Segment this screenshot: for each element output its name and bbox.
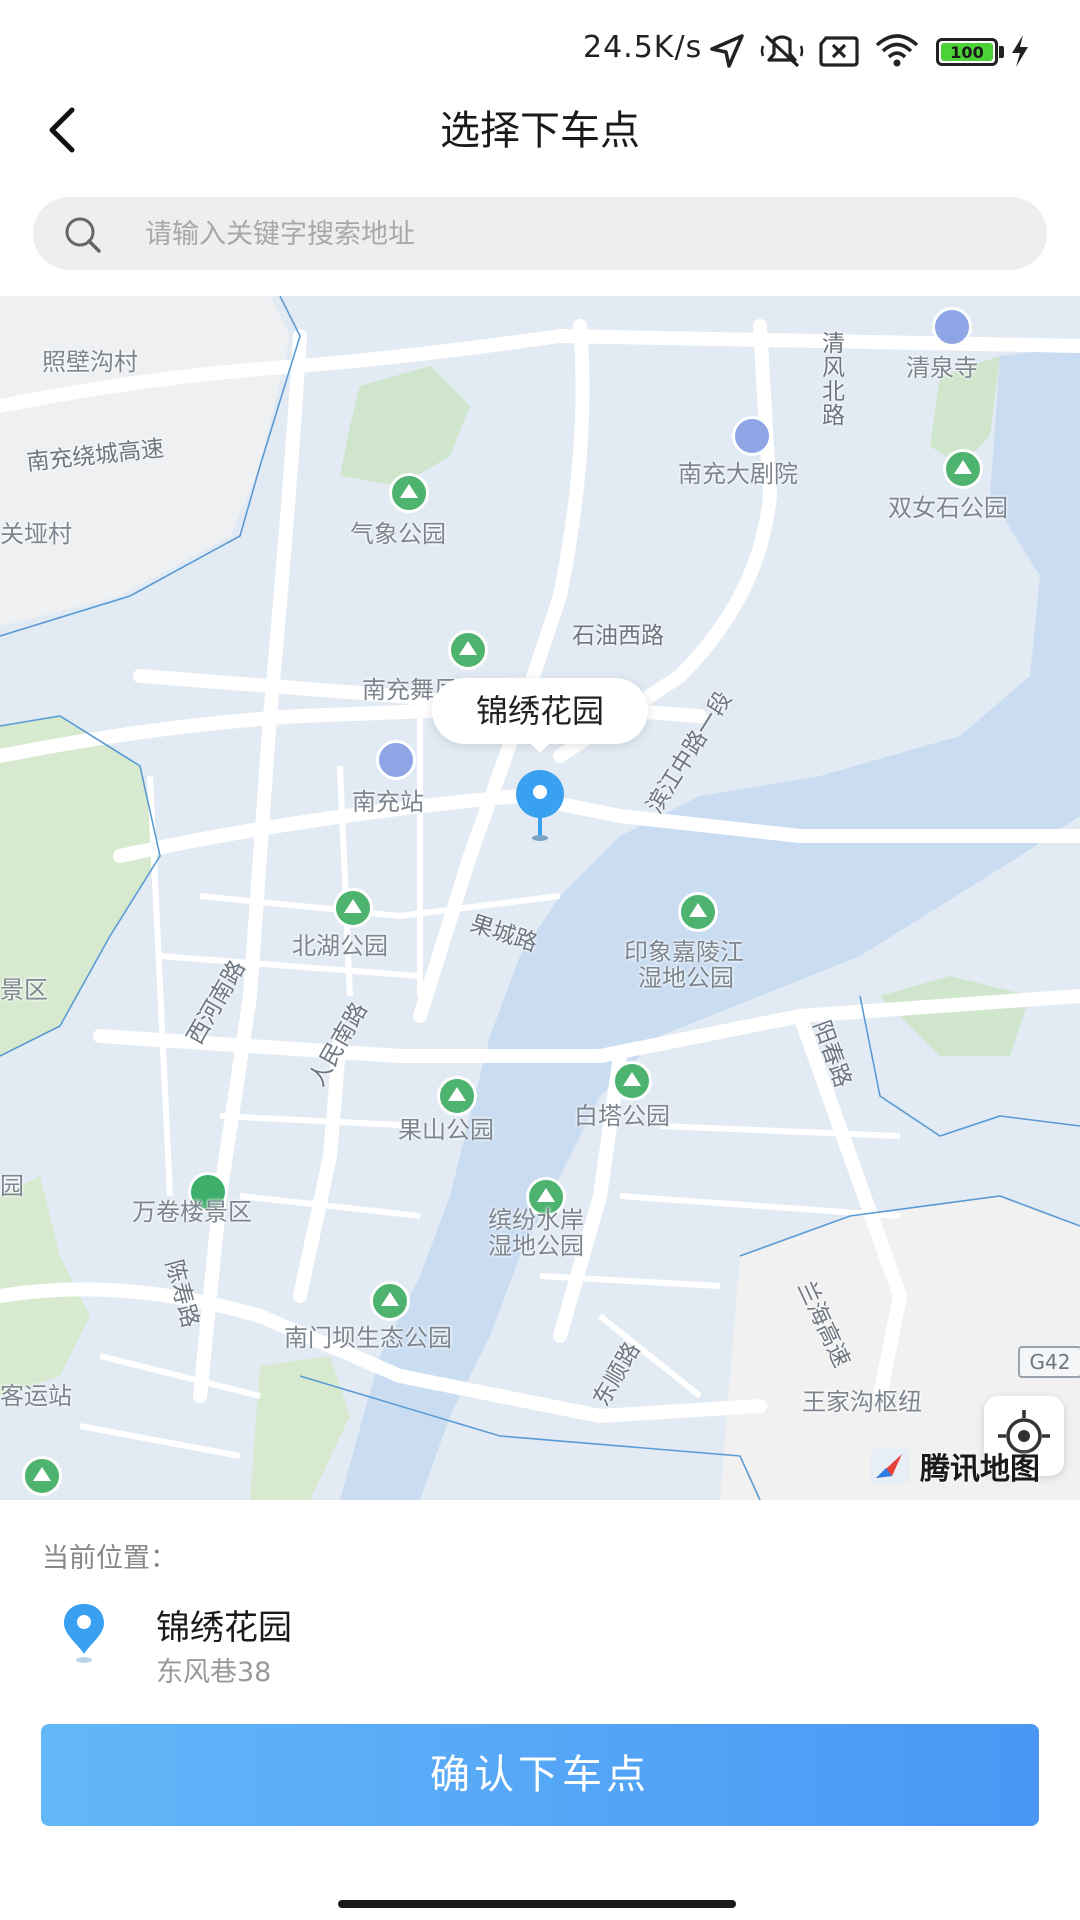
station-poi-icon bbox=[376, 740, 416, 780]
map-label: 园 bbox=[0, 1172, 24, 1200]
header: 选择下车点 bbox=[0, 90, 1080, 160]
search-input[interactable] bbox=[143, 197, 1027, 272]
map-label: 客运站 bbox=[0, 1382, 72, 1410]
map-label: 万卷楼景区 bbox=[132, 1198, 252, 1226]
map-base-layer bbox=[0, 296, 1080, 1500]
map-view[interactable]: 照壁沟村 清风北路 清泉寺 南充绕城高速 南充大剧院 双女石公园 关垭村 气象公… bbox=[0, 296, 1080, 1500]
home-indicator[interactable] bbox=[338, 1900, 736, 1908]
map-provider-logo: 腾讯地图 bbox=[868, 1444, 1040, 1488]
search-icon bbox=[65, 217, 101, 253]
road-label: 清风北路 bbox=[822, 331, 845, 429]
page-title: 选择下车点 bbox=[440, 108, 640, 154]
location-name: 锦绣花园 bbox=[156, 1608, 292, 1648]
park-poi-icon bbox=[370, 1281, 410, 1321]
map-label: 气象公园 bbox=[350, 520, 446, 548]
map-label: 白塔公园 bbox=[574, 1102, 670, 1130]
current-location-label: 当前位置： bbox=[42, 1543, 177, 1574]
location-address: 东风巷38 bbox=[156, 1657, 272, 1688]
location-arrow-icon bbox=[710, 34, 744, 68]
location-pin-icon bbox=[64, 1604, 104, 1663]
park-poi-icon bbox=[678, 892, 718, 932]
park-poi-icon bbox=[448, 630, 488, 670]
theater-poi-icon bbox=[732, 416, 772, 456]
map-label: 景区 bbox=[0, 976, 48, 1004]
map-label: 果山公园 bbox=[398, 1116, 494, 1144]
park-poi-icon bbox=[389, 473, 429, 513]
map-pin-icon[interactable] bbox=[512, 770, 568, 842]
map-label: 双女石公园 bbox=[888, 494, 1008, 522]
map-label: 清泉寺 bbox=[906, 354, 978, 382]
battery-icon: 100 bbox=[936, 38, 998, 66]
map-label: 王家沟枢纽 bbox=[802, 1388, 922, 1416]
park-poi-icon bbox=[333, 888, 373, 928]
map-label: 湿地公园 bbox=[638, 964, 734, 992]
park-poi-icon bbox=[22, 1456, 62, 1496]
callout-tail bbox=[528, 741, 552, 753]
map-label: 关垭村 bbox=[0, 520, 72, 548]
location-panel: 当前位置： 锦绣花园 东风巷38 确认下车点 bbox=[0, 1500, 1080, 1920]
map-provider-name: 腾讯地图 bbox=[920, 1452, 1040, 1487]
battery-tip bbox=[999, 46, 1004, 58]
map-label: 南门坝生态公园 bbox=[284, 1324, 452, 1352]
search-bar[interactable] bbox=[33, 197, 1047, 272]
highway-shield: G42 bbox=[1018, 1346, 1080, 1378]
map-label: 北湖公园 bbox=[292, 932, 388, 960]
mute-vibrate-icon bbox=[760, 34, 804, 68]
temple-poi-icon bbox=[932, 307, 972, 347]
park-poi-icon bbox=[612, 1061, 652, 1101]
map-label: 南充大剧院 bbox=[678, 460, 798, 488]
battery-level: 100 bbox=[941, 43, 993, 62]
marker-callout: 锦绣花园 bbox=[432, 678, 648, 744]
sim-x-icon bbox=[819, 36, 859, 67]
map-label: 照壁沟村 bbox=[42, 348, 138, 376]
tencent-map-logo-icon bbox=[870, 1448, 910, 1484]
map-label: 湿地公园 bbox=[488, 1232, 584, 1260]
charging-icon bbox=[1012, 35, 1028, 67]
map-label: 南充站 bbox=[352, 788, 424, 816]
status-bar: 24.5K/s 100 bbox=[0, 0, 1080, 100]
park-poi-icon bbox=[943, 449, 983, 489]
road-label: 石油西路 bbox=[572, 623, 664, 649]
network-speed: 24.5K/s bbox=[583, 30, 703, 65]
wifi-icon bbox=[875, 34, 919, 67]
confirm-dropoff-button[interactable]: 确认下车点 bbox=[41, 1724, 1039, 1826]
